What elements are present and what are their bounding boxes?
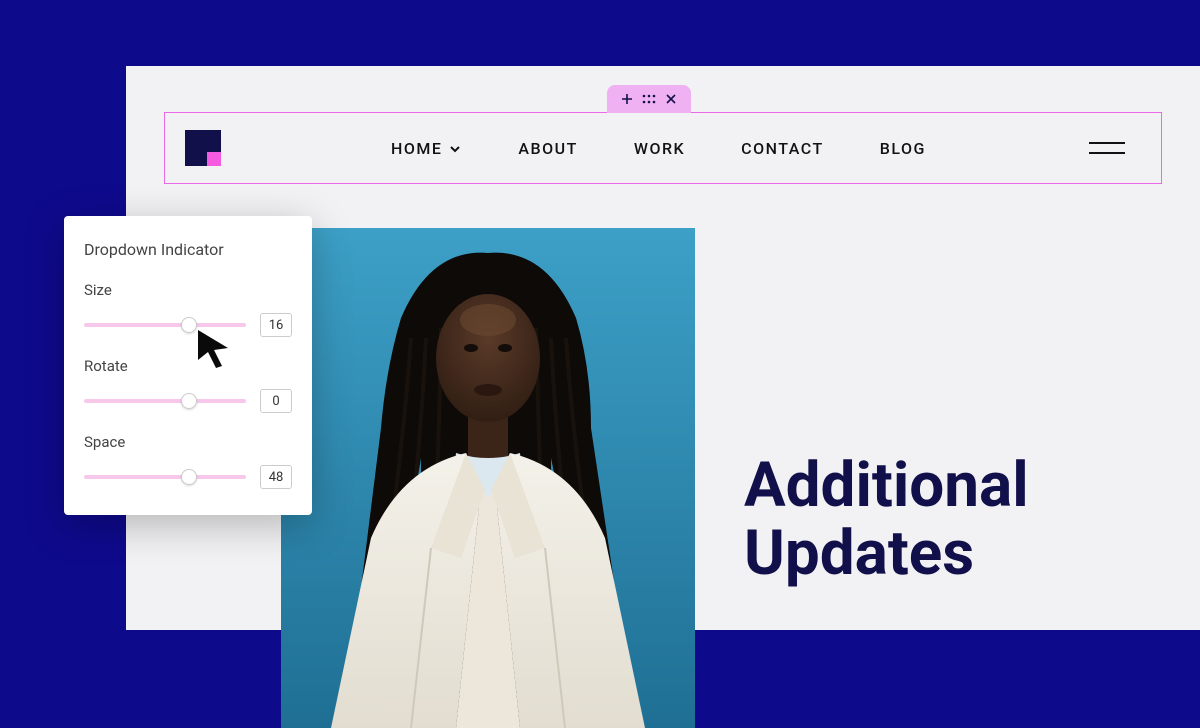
size-value[interactable]: 16 [260, 313, 292, 337]
site-logo[interactable] [185, 130, 221, 166]
control-rotate: Rotate 0 [84, 357, 292, 413]
headline-line: Additional [744, 452, 1029, 520]
nav-link-label: WORK [634, 139, 685, 158]
nav-link-work[interactable]: WORK [634, 139, 685, 158]
panel-title: Dropdown Indicator [84, 240, 292, 259]
nav-link-blog[interactable]: BLOG [880, 139, 926, 158]
block-editor-tab[interactable] [607, 85, 691, 113]
site-navbar: HOME ABOUT WORK CONTACT BLOG [164, 112, 1162, 184]
space-slider[interactable] [84, 469, 246, 485]
space-value[interactable]: 48 [260, 465, 292, 489]
nav-link-label: ABOUT [518, 139, 577, 158]
control-space: Space 48 [84, 433, 292, 489]
nav-links: HOME ABOUT WORK CONTACT BLOG [391, 139, 926, 158]
control-label: Size [84, 281, 292, 299]
dropdown-indicator-panel: Dropdown Indicator Size 16 Rotate 0 Spac… [64, 216, 312, 515]
drag-icon[interactable] [642, 94, 656, 104]
nav-link-label: HOME [391, 139, 442, 158]
hero-image [281, 228, 695, 728]
close-icon[interactable] [666, 94, 676, 104]
chevron-down-icon [448, 142, 462, 156]
nav-link-label: BLOG [880, 139, 926, 158]
control-size: Size 16 [84, 281, 292, 337]
cursor-icon [194, 328, 234, 368]
control-label: Rotate [84, 357, 292, 375]
rotate-value[interactable]: 0 [260, 389, 292, 413]
rotate-slider[interactable] [84, 393, 246, 409]
headline-line: Updates [744, 520, 1029, 588]
plus-icon[interactable] [622, 94, 632, 104]
nav-link-home[interactable]: HOME [391, 139, 462, 158]
nav-link-about[interactable]: ABOUT [518, 139, 577, 158]
nav-link-contact[interactable]: CONTACT [741, 139, 824, 158]
hamburger-menu-icon[interactable] [1089, 142, 1125, 154]
nav-link-label: CONTACT [741, 139, 824, 158]
page-headline: Additional Updates [744, 452, 1029, 588]
control-label: Space [84, 433, 292, 451]
